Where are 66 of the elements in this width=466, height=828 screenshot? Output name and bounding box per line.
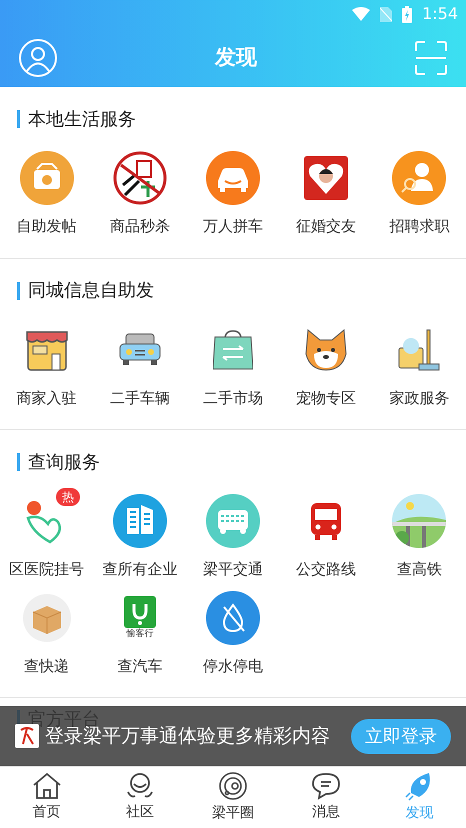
service-item[interactable]: 二手市场	[186, 320, 280, 409]
service-label: 梁平交通	[202, 559, 263, 580]
service-label: 查快递	[24, 656, 70, 676]
service-label: 自助发帖	[16, 216, 77, 237]
service-label: 商家入驻	[16, 388, 77, 408]
car-icon	[118, 332, 162, 368]
service-item[interactable]: 招聘求职	[372, 149, 466, 238]
service-item[interactable]: 商家入驻	[0, 320, 94, 409]
hot-badge: 热	[56, 488, 80, 506]
service-item[interactable]: 查所有企业	[93, 492, 186, 580]
battery-icon	[402, 6, 412, 22]
service-label: 停水停电	[202, 656, 263, 676]
community-icon	[124, 772, 155, 800]
service-label: 区医院挂号	[9, 559, 84, 580]
service-item[interactable]: 宠物专区	[280, 320, 373, 409]
service-label: 宠物专区	[296, 388, 356, 408]
cleaning-bucket-icon	[397, 328, 442, 372]
service-label: 万人拼车	[202, 216, 263, 237]
service-label: 商品秒杀	[110, 216, 170, 237]
no-sim-icon	[380, 6, 392, 22]
profile-icon[interactable]	[19, 38, 57, 76]
section-title: 同城信息自助发	[28, 279, 154, 303]
planet-icon	[218, 771, 248, 801]
no-water-icon	[206, 590, 260, 644]
service-item[interactable]: 愉客行 查汽车	[93, 588, 186, 677]
package-icon	[22, 594, 71, 642]
nav-tab[interactable]: 梁平圈	[186, 767, 280, 828]
service-label: 查所有企业	[102, 559, 178, 580]
chat-bubble-icon	[311, 772, 342, 800]
service-item[interactable]: 公交路线	[280, 492, 373, 580]
service-label: 查高铁	[396, 559, 442, 580]
service-item[interactable]: 商品秒杀	[93, 149, 186, 238]
service-item[interactable]: 查快递	[0, 588, 94, 677]
service-label: 查汽车	[117, 656, 162, 676]
service-item[interactable]: 二手车辆	[93, 320, 186, 409]
shopping-bag-icon	[212, 328, 253, 370]
service-item[interactable]: 万人拼车	[186, 149, 280, 238]
job-search-icon	[392, 151, 446, 205]
service-label: 征婚交友	[296, 216, 356, 237]
nav-tab[interactable]: 社区	[93, 767, 186, 828]
dog-icon	[304, 328, 348, 372]
status-time: 1:54	[422, 3, 458, 25]
service-item[interactable]: 停水停电	[186, 588, 280, 677]
service-label: 家政服务	[389, 388, 450, 408]
car-icon	[206, 151, 260, 205]
service-item[interactable]: 自助发帖	[0, 149, 94, 238]
service-item[interactable]: 征婚交友	[280, 149, 373, 238]
service-item[interactable]: 家政服务	[372, 320, 466, 409]
camera-icon	[20, 151, 74, 205]
section-title: 本地生活服务	[28, 108, 136, 132]
nav-tab[interactable]: 消息	[280, 767, 373, 828]
sale-stamp-icon	[112, 151, 167, 205]
service-item[interactable]: 查高铁	[372, 492, 466, 580]
service-item[interactable]: 梁平交通	[186, 492, 280, 580]
section-title: 查询服务	[28, 450, 100, 474]
scan-icon[interactable]	[415, 40, 447, 74]
building-icon	[112, 494, 167, 548]
service-label: 二手车辆	[110, 388, 170, 408]
bus-icon	[206, 494, 260, 548]
nav-tab[interactable]: 首页	[0, 767, 94, 828]
home-icon	[32, 772, 62, 800]
wifi-icon	[352, 7, 370, 21]
service-label: 公交路线	[296, 559, 356, 580]
service-label: 二手市场	[202, 388, 263, 408]
service-label: 招聘求职	[389, 216, 450, 237]
page-title: 发现	[215, 44, 257, 71]
